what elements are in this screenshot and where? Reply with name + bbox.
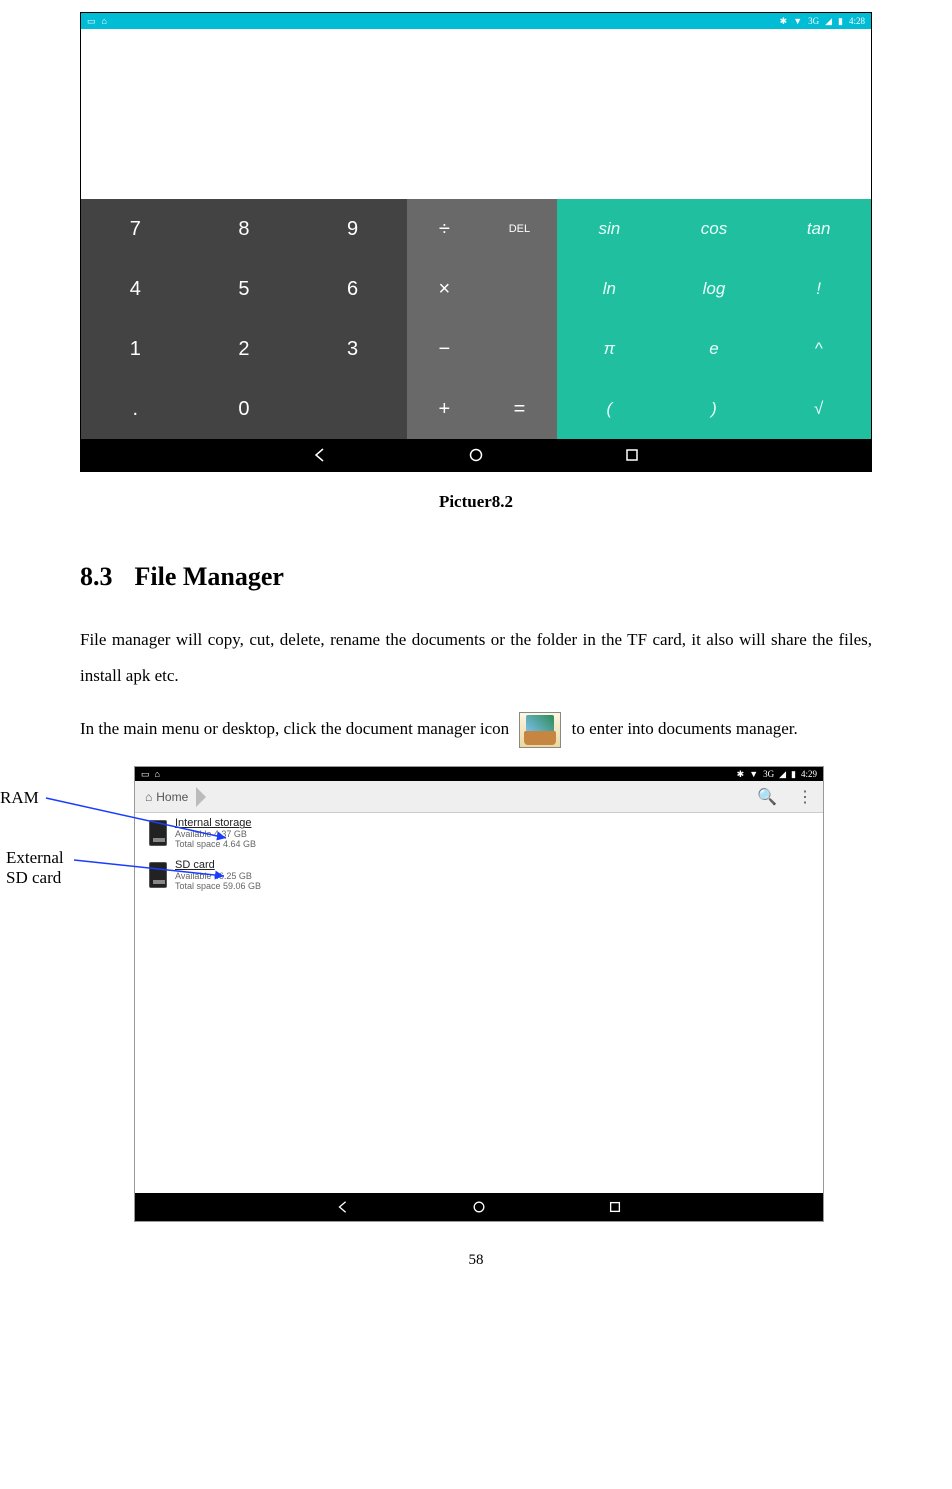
section-number: 8.3 xyxy=(80,562,113,591)
file-manager-icon xyxy=(519,712,561,748)
key-log[interactable]: log xyxy=(662,259,767,319)
key-8[interactable]: 8 xyxy=(190,199,299,259)
network-label: 3G xyxy=(763,769,774,779)
calc-status-bar: ▭ ⌂ ✱ ▼ 3G ◢ ▮ 4:28 xyxy=(81,13,871,29)
status-time: 4:29 xyxy=(801,769,817,779)
bluetooth-icon: ✱ xyxy=(737,769,745,780)
file-manager-screenshot: ▭ ⌂ ✱ ▼ 3G ◢ ▮ 4:29 ⌂ Home xyxy=(134,766,824,1222)
key-0[interactable]: 0 xyxy=(190,379,299,439)
calc-display[interactable] xyxy=(81,29,871,199)
key-lparen[interactable]: ( xyxy=(557,379,662,439)
paragraph-1: File manager will copy, cut, delete, ren… xyxy=(80,622,872,693)
annotation-ram-arrow xyxy=(46,796,236,846)
screenshot-icon: ▭ xyxy=(141,769,150,780)
calculator-screenshot: ▭ ⌂ ✱ ▼ 3G ◢ ▮ 4:28 7 8 9 4 5 6 1 2 xyxy=(80,12,872,472)
screenshot-icon: ▭ xyxy=(87,16,96,27)
key-6[interactable]: 6 xyxy=(298,259,407,319)
signal-icon: ◢ xyxy=(825,16,832,27)
network-label: 3G xyxy=(808,16,819,26)
key-plus[interactable]: + xyxy=(407,379,482,439)
calc-numpad: 7 8 9 4 5 6 1 2 3 . 0 xyxy=(81,199,407,439)
key-sqrt[interactable]: √ xyxy=(766,379,871,439)
annotation-ram: RAM xyxy=(0,788,39,808)
key-blank xyxy=(298,379,407,439)
home-icon[interactable] xyxy=(468,447,484,463)
fm-storage-list: Internal storage Available 4.37 GB Total… xyxy=(135,813,823,1193)
key-9[interactable]: 9 xyxy=(298,199,407,259)
signal-icon: ◢ xyxy=(779,769,786,780)
battery-icon: ▮ xyxy=(791,769,796,780)
key-divide[interactable]: ÷ xyxy=(407,199,482,259)
search-icon[interactable]: 🔍 xyxy=(757,787,777,807)
key-multiply[interactable]: × xyxy=(407,259,482,319)
key-e[interactable]: e xyxy=(662,319,767,379)
key-1[interactable]: 1 xyxy=(81,319,190,379)
key-ln[interactable]: ln xyxy=(557,259,662,319)
battery-icon: ▮ xyxy=(838,16,843,27)
key-7[interactable]: 7 xyxy=(81,199,190,259)
section-heading: 8.3 File Manager xyxy=(80,562,872,592)
page-number: 58 xyxy=(80,1252,872,1269)
android-nav-bar xyxy=(81,439,871,471)
key-5[interactable]: 5 xyxy=(190,259,299,319)
annotation-sd: External SD card xyxy=(6,848,64,888)
key-minus[interactable]: − xyxy=(407,319,482,379)
fm-toolbar: ⌂ Home 🔍 ⋮ xyxy=(135,781,823,813)
figure-caption: Pictuer8.2 xyxy=(80,492,872,512)
paragraph-2a: In the main menu or desktop, click the d… xyxy=(80,719,513,738)
calc-operator-pad: ÷ DEL × − + = xyxy=(407,199,557,439)
apple-icon: ⌂ xyxy=(102,16,107,26)
annotation-sd-label-1: External xyxy=(6,848,64,868)
key-dot[interactable]: . xyxy=(81,379,190,439)
back-icon[interactable] xyxy=(335,1199,351,1215)
key-pi[interactable]: π xyxy=(557,319,662,379)
recent-icon[interactable] xyxy=(624,447,640,463)
sd-card-item[interactable]: SD card Available 46.25 GB Total space 5… xyxy=(135,855,823,897)
fm-figure-container: ▭ ⌂ ✱ ▼ 3G ◢ ▮ 4:29 ⌂ Home xyxy=(80,766,872,1222)
fm-status-bar: ▭ ⌂ ✱ ▼ 3G ◢ ▮ 4:29 xyxy=(135,767,823,781)
key-tan[interactable]: tan xyxy=(766,199,871,259)
internal-storage-item[interactable]: Internal storage Available 4.37 GB Total… xyxy=(135,813,823,855)
key-3[interactable]: 3 xyxy=(298,319,407,379)
key-rparen[interactable]: ) xyxy=(662,379,767,439)
section-title: File Manager xyxy=(135,562,284,591)
key-equals[interactable]: = xyxy=(482,379,557,439)
key-4[interactable]: 4 xyxy=(81,259,190,319)
calc-function-pad: sin cos tan ln log ! π e ^ ( ) √ xyxy=(557,199,871,439)
wifi-icon: ▼ xyxy=(793,16,802,26)
wifi-icon: ▼ xyxy=(749,769,758,779)
overflow-menu-icon[interactable]: ⋮ xyxy=(797,787,813,807)
back-icon[interactable] xyxy=(312,447,328,463)
home-icon[interactable] xyxy=(471,1199,487,1215)
android-nav-bar xyxy=(135,1193,823,1221)
key-factorial[interactable]: ! xyxy=(766,259,871,319)
key-cos[interactable]: cos xyxy=(662,199,767,259)
paragraph-2: In the main menu or desktop, click the d… xyxy=(80,711,872,748)
key-op-blank-1 xyxy=(482,259,557,319)
recent-icon[interactable] xyxy=(607,1199,623,1215)
apple-icon: ⌂ xyxy=(155,769,160,779)
key-del[interactable]: DEL xyxy=(482,199,557,259)
annotation-sd-label-2: SD card xyxy=(6,868,64,888)
calc-keypad: 7 8 9 4 5 6 1 2 3 . 0 ÷ DEL × − + xyxy=(81,199,871,439)
bluetooth-icon: ✱ xyxy=(780,16,788,27)
key-power[interactable]: ^ xyxy=(766,319,871,379)
annotation-sd-arrow xyxy=(74,858,234,888)
key-op-blank-2 xyxy=(482,319,557,379)
paragraph-2b: to enter into documents manager. xyxy=(572,719,798,738)
document-page: ▭ ⌂ ✱ ▼ 3G ◢ ▮ 4:28 7 8 9 4 5 6 1 2 xyxy=(0,12,952,1309)
status-time: 4:28 xyxy=(849,16,865,26)
annotation-ram-label: RAM xyxy=(0,788,39,807)
key-2[interactable]: 2 xyxy=(190,319,299,379)
key-sin[interactable]: sin xyxy=(557,199,662,259)
